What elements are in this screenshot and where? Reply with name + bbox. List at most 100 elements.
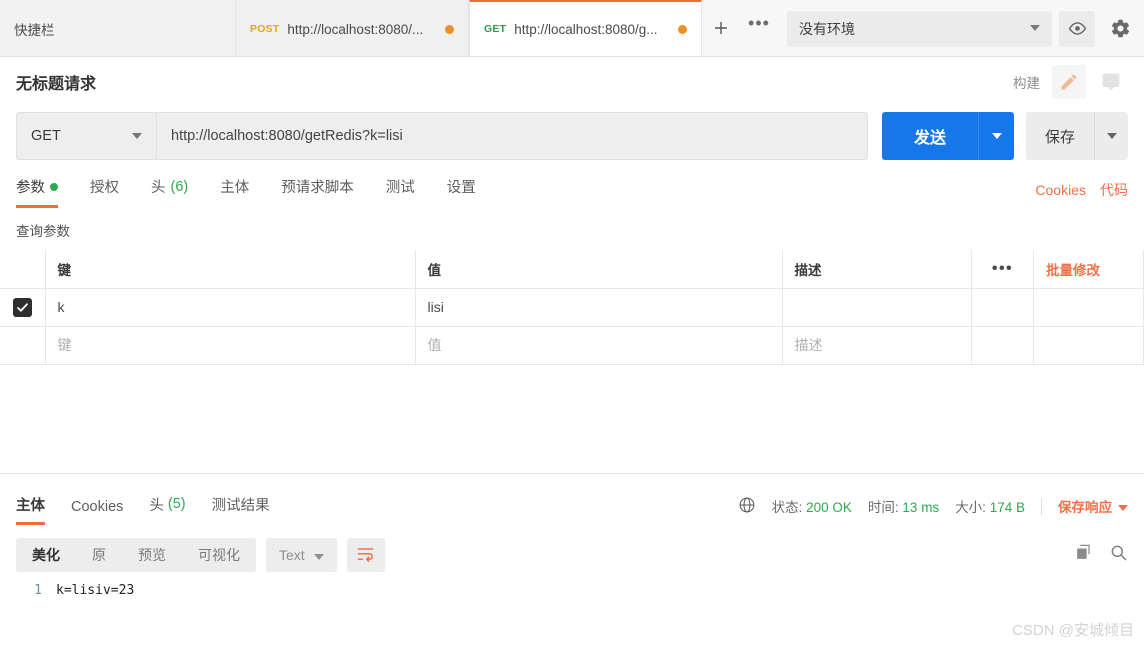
response-body[interactable]: 1 k=lisiv=23: [0, 575, 1144, 598]
save-options-button[interactable]: [1094, 112, 1128, 160]
search-response-button[interactable]: [1109, 543, 1128, 567]
row-key-placeholder[interactable]: 键: [45, 325, 416, 365]
tab-body-label: 主体: [220, 180, 250, 196]
new-tab-button[interactable]: [702, 0, 740, 56]
tab-strip: 快捷栏 POST http://localhost:8080/... GET h…: [0, 0, 778, 56]
line-number: 1: [34, 582, 42, 598]
row-description[interactable]: [782, 287, 972, 327]
header-more-button[interactable]: •••: [971, 250, 1034, 289]
save-group: 保存: [1026, 112, 1128, 160]
more-options-icon: •••: [991, 259, 1014, 277]
stats-separator: [1041, 497, 1042, 515]
tab-bar: 快捷栏 POST http://localhost:8080/... GET h…: [0, 0, 1144, 57]
code-link[interactable]: 代码: [1100, 180, 1128, 200]
request-tabs-links: Cookies 代码: [1035, 180, 1128, 208]
tab-pre-request-script[interactable]: 预请求脚本: [281, 176, 354, 208]
tab-request-post[interactable]: POST http://localhost:8080/...: [236, 0, 469, 56]
watermark: CSDN @安城倾目: [1012, 622, 1134, 639]
row-value-placeholder[interactable]: 值: [415, 325, 783, 365]
header-key: 键: [45, 250, 416, 289]
unsaved-dot-icon: [678, 24, 687, 34]
row-bulk-cell: [1033, 325, 1144, 365]
status-stat: 状态: 200 OK: [772, 496, 852, 516]
tab-headers-count: (6): [170, 178, 189, 195]
tab-authorization[interactable]: 授权: [90, 176, 119, 208]
save-button[interactable]: 保存: [1026, 112, 1094, 160]
send-options-button[interactable]: [978, 112, 1014, 160]
query-params-label: 查询参数: [16, 224, 70, 239]
view-pretty-button[interactable]: 美化: [16, 538, 76, 572]
eye-icon: [1068, 22, 1086, 35]
url-value: http://localhost:8080/getRedis?k=lisi: [171, 128, 403, 144]
wrap-text-icon: [357, 548, 374, 562]
header-value: 值: [415, 250, 783, 289]
page-title: 无标题请求: [16, 75, 97, 93]
tab-more-button[interactable]: •••: [740, 0, 778, 56]
send-group: 发送: [882, 112, 1014, 160]
row-bulk-cell: [1033, 287, 1144, 327]
size-stat: 大小: 174 B: [955, 496, 1025, 516]
copy-to-clipboard-button[interactable]: [1074, 543, 1093, 567]
params-indicator-icon: [50, 182, 58, 191]
bulk-edit-button[interactable]: 批量修改: [1033, 250, 1144, 289]
tab-tests-label: 测试: [385, 180, 415, 196]
edit-request-button[interactable]: [1052, 64, 1086, 99]
response-tab-headers-count: (5): [167, 496, 186, 512]
table-header-row: 键 值 描述 ••• 批量修改: [0, 250, 1144, 289]
comments-button[interactable]: [1094, 65, 1128, 99]
wrap-lines-button[interactable]: [346, 537, 385, 572]
response-header: 主体 Cookies 头 (5) 测试结果 状态: 200 OK 时间: 13 …: [0, 483, 1144, 525]
postman-window: 快捷栏 POST http://localhost:8080/... GET h…: [0, 0, 1144, 648]
environment-area: 没有环境: [787, 0, 1144, 57]
line-content: k=lisiv=23: [56, 582, 135, 598]
view-preview-button[interactable]: 预览: [122, 538, 182, 572]
response-tab-body[interactable]: 主体: [16, 494, 45, 525]
tab-url-get: http://localhost:8080/g...: [514, 21, 658, 37]
row-key[interactable]: k: [45, 287, 416, 327]
send-button[interactable]: 发送: [882, 112, 978, 160]
request-title-actions: 构建: [1013, 64, 1128, 99]
save-response-button[interactable]: 保存响应: [1058, 496, 1128, 516]
status-value: 200 OK: [806, 500, 852, 515]
response-tab-test-results[interactable]: 测试结果: [212, 494, 270, 525]
save-response-label: 保存响应: [1058, 500, 1112, 515]
environment-select[interactable]: 没有环境: [787, 10, 1052, 47]
response-toolbar-right: [1074, 543, 1128, 567]
header-description: 描述: [782, 250, 972, 289]
status-label: 状态:: [771, 500, 803, 515]
tab-settings[interactable]: 设置: [447, 176, 476, 208]
tab-body[interactable]: 主体: [220, 176, 249, 208]
copy-icon: [1077, 544, 1090, 559]
row-checkbox-cell-empty[interactable]: [0, 325, 46, 365]
row-description-placeholder[interactable]: 描述: [782, 325, 972, 365]
request-tabs: 参数 授权 头 (6) 主体 预请求脚本 测试 设置 Cookies 代码: [0, 174, 1144, 208]
view-visualize-button[interactable]: 可视化: [182, 538, 256, 572]
check-icon: [16, 302, 28, 312]
view-raw-button[interactable]: 原: [76, 538, 122, 572]
tab-tests[interactable]: 测试: [386, 176, 415, 208]
method-value: GET: [31, 128, 61, 144]
response-tab-test-results-label: 测试结果: [211, 497, 270, 514]
environment-quick-look-button[interactable]: [1059, 10, 1095, 47]
time-stat: 时间: 13 ms: [868, 496, 939, 516]
tab-headers[interactable]: 头 (6): [151, 176, 188, 208]
tab-params[interactable]: 参数: [16, 176, 58, 208]
response-format-select[interactable]: Text: [266, 537, 337, 572]
cookies-link[interactable]: Cookies: [1035, 182, 1086, 198]
environment-value: 没有环境: [799, 20, 855, 37]
time-label: 时间:: [867, 500, 899, 515]
tab-pre-request-script-label: 预请求脚本: [281, 180, 354, 196]
size-value: 174 B: [989, 500, 1025, 515]
row-value[interactable]: lisi: [415, 287, 783, 327]
response-tab-cookies[interactable]: Cookies: [71, 499, 123, 525]
settings-button[interactable]: [1102, 11, 1138, 47]
url-input[interactable]: http://localhost:8080/getRedis?k=lisi: [156, 112, 868, 160]
tab-shortcut-bar[interactable]: 快捷栏: [0, 0, 236, 56]
method-select[interactable]: GET: [16, 112, 156, 160]
row-checkbox[interactable]: [12, 297, 32, 317]
chevron-down-icon: [313, 547, 324, 563]
response-tab-headers[interactable]: 头 (5): [149, 494, 185, 525]
row-checkbox-cell[interactable]: [0, 287, 46, 327]
response-tab-body-label: 主体: [16, 497, 45, 514]
tab-request-get[interactable]: GET http://localhost:8080/g...: [469, 0, 702, 56]
